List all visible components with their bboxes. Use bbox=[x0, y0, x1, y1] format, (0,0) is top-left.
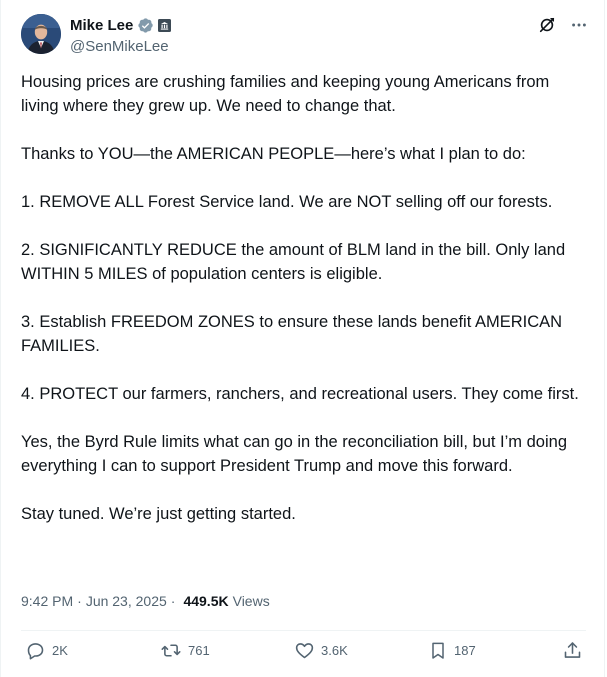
tweet-paragraph: 2. SIGNIFICANTLY REDUCE the amount of BL… bbox=[21, 241, 570, 283]
tweet-meta: 9:42 PM · Jun 23, 2025 · 449.5K Views bbox=[21, 593, 270, 609]
tweet-detail: Mike Lee @SenMikeLee Housing prices are … bbox=[0, 0, 605, 677]
verified-badge-icon[interactable] bbox=[137, 17, 154, 34]
tweet-paragraph: 3. Establish FREEDOM ZONES to ensure the… bbox=[21, 313, 567, 355]
tweet-paragraph: Thanks to YOU—the AMERICAN PEOPLE—here’s… bbox=[21, 145, 526, 163]
reply-button[interactable]: 2K bbox=[25, 640, 68, 661]
bookmark-count: 187 bbox=[454, 643, 476, 658]
bookmark-button[interactable]: 187 bbox=[428, 640, 476, 661]
tweet-header: Mike Lee @SenMikeLee bbox=[21, 14, 588, 58]
tweet-paragraph: Housing prices are crushing families and… bbox=[21, 73, 554, 115]
bookmark-icon bbox=[428, 640, 448, 661]
like-icon bbox=[294, 640, 315, 661]
tweet-text: Housing prices are crushing families and… bbox=[21, 70, 591, 526]
avatar[interactable] bbox=[21, 14, 61, 54]
meta-separator: · bbox=[77, 593, 82, 609]
header-actions bbox=[538, 16, 588, 34]
author-handle[interactable]: @SenMikeLee bbox=[70, 38, 171, 55]
tweet-paragraph: 1. REMOVE ALL Forest Service land. We ar… bbox=[21, 193, 553, 211]
grok-icon[interactable] bbox=[538, 16, 556, 34]
share-icon bbox=[562, 640, 583, 661]
tweet-date[interactable]: Jun 23, 2025 bbox=[86, 593, 167, 609]
meta-separator: · bbox=[170, 593, 176, 609]
tweet-paragraph: 4. PROTECT our farmers, ranchers, and re… bbox=[21, 385, 579, 403]
tweet-paragraph: Yes, the Byrd Rule limits what can go in… bbox=[21, 433, 572, 475]
repost-button[interactable]: 761 bbox=[160, 640, 210, 661]
views-label: Views bbox=[232, 593, 270, 609]
reply-icon bbox=[25, 640, 46, 661]
repost-count: 761 bbox=[188, 643, 210, 658]
author-block: Mike Lee @SenMikeLee bbox=[70, 15, 172, 55]
share-button[interactable] bbox=[562, 640, 583, 661]
tweet-paragraph: Stay tuned. We’re just getting started. bbox=[21, 505, 296, 523]
like-count: 3.6K bbox=[321, 643, 348, 658]
author-display-name[interactable]: Mike Lee bbox=[70, 17, 133, 34]
like-button[interactable]: 3.6K bbox=[294, 640, 348, 661]
divider bbox=[21, 630, 586, 631]
repost-icon bbox=[160, 640, 182, 661]
views-count[interactable]: 449.5K bbox=[183, 593, 228, 609]
reply-count: 2K bbox=[52, 643, 68, 658]
government-badge-icon[interactable] bbox=[158, 18, 172, 32]
more-icon[interactable] bbox=[570, 16, 588, 34]
action-bar: 2K 761 3.6K 187 bbox=[21, 640, 586, 670]
tweet-time[interactable]: 9:42 PM bbox=[21, 593, 73, 609]
